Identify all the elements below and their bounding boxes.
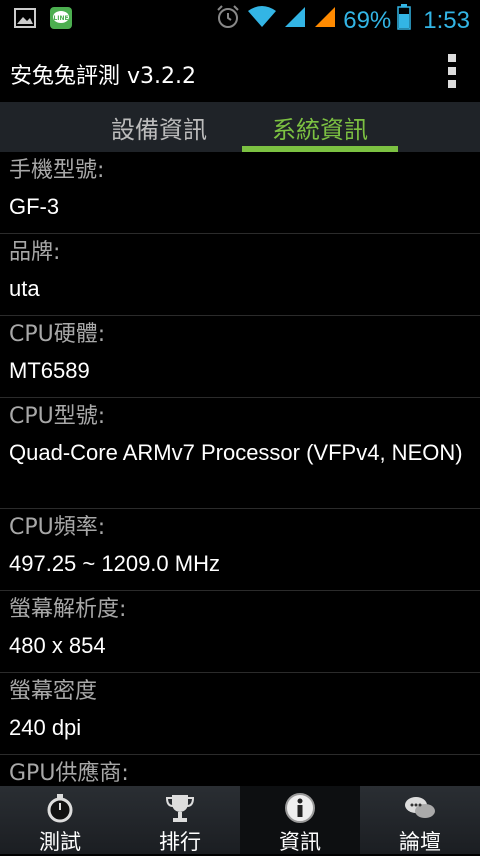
info-value: 497.25 ~ 1209.0 MHz [9, 551, 220, 576]
gallery-icon [14, 8, 36, 32]
trophy-icon [164, 792, 196, 824]
stopwatch-icon [44, 792, 76, 824]
info-row-gpu-vendor: GPU供應商: [0, 755, 480, 786]
clock: 1:53 [423, 6, 470, 34]
info-label: 螢幕密度 [9, 679, 98, 704]
nav-test[interactable]: 測試 [0, 786, 120, 854]
battery-percent: 69% [343, 6, 392, 34]
app-title: 安兔兔評測 v3.2.2 [10, 64, 196, 89]
bottom-navigation: 測試 排行 資訊 論壇 [0, 786, 480, 854]
info-value: 240 dpi [9, 715, 82, 740]
info-label: CPU頻率: [9, 515, 106, 540]
overflow-menu-icon[interactable] [448, 54, 458, 88]
info-row-screen-resolution: 螢幕解析度: 480 x 854 [0, 591, 480, 673]
system-info-list[interactable]: 手機型號: GF-3 品牌: uta CPU硬體: MT6589 CPU型號: … [0, 152, 480, 786]
info-label: CPU型號: [9, 404, 106, 429]
nav-label: 測試 [39, 830, 81, 854]
signal-icon [313, 5, 337, 36]
action-bar: 安兔兔評測 v3.2.2 [0, 38, 480, 103]
nav-label: 排行 [159, 830, 201, 854]
tab-bar: 設備資訊 系統資訊 [0, 102, 480, 154]
nav-label: 論壇 [399, 830, 441, 854]
info-label: 螢幕解析度: [9, 597, 127, 622]
signal-icon [283, 5, 307, 36]
info-label: 品牌: [9, 240, 61, 265]
line-app-icon: LINE [50, 7, 72, 33]
info-label: 手機型號: [9, 158, 105, 183]
info-row-cpu-frequency: CPU頻率: 497.25 ~ 1209.0 MHz [0, 509, 480, 591]
status-bar: LINE 69% 1:53 [0, 0, 480, 38]
info-row-brand: 品牌: uta [0, 234, 480, 316]
alarm-icon [215, 4, 241, 37]
info-value: uta [9, 276, 40, 301]
info-label: GPU供應商: [9, 761, 129, 786]
info-value: GF-3 [9, 194, 60, 219]
nav-forum[interactable]: 論壇 [360, 786, 480, 854]
battery-icon [397, 4, 412, 37]
info-row-model: 手機型號: GF-3 [0, 152, 480, 234]
info-value: Quad-Core ARMv7 Processor (VFPv4, NEON) [9, 440, 463, 465]
info-label: CPU硬體: [9, 322, 106, 347]
nav-label: 資訊 [279, 830, 321, 854]
info-value: 480 x 854 [9, 633, 106, 658]
info-value: MT6589 [9, 358, 90, 383]
info-row-cpu-hardware: CPU硬體: MT6589 [0, 316, 480, 398]
info-icon [284, 792, 316, 824]
nav-info[interactable]: 資訊 [240, 786, 360, 854]
chat-bubbles-icon [404, 792, 436, 824]
wifi-icon [247, 5, 277, 36]
svg-text:LINE: LINE [53, 15, 68, 22]
nav-ranking[interactable]: 排行 [120, 786, 240, 854]
info-row-cpu-model: CPU型號: Quad-Core ARMv7 Processor (VFPv4,… [0, 398, 480, 509]
tab-system-info[interactable]: 系統資訊 [242, 102, 398, 152]
info-row-screen-density: 螢幕密度 240 dpi [0, 673, 480, 755]
tab-device-info[interactable]: 設備資訊 [84, 102, 234, 152]
